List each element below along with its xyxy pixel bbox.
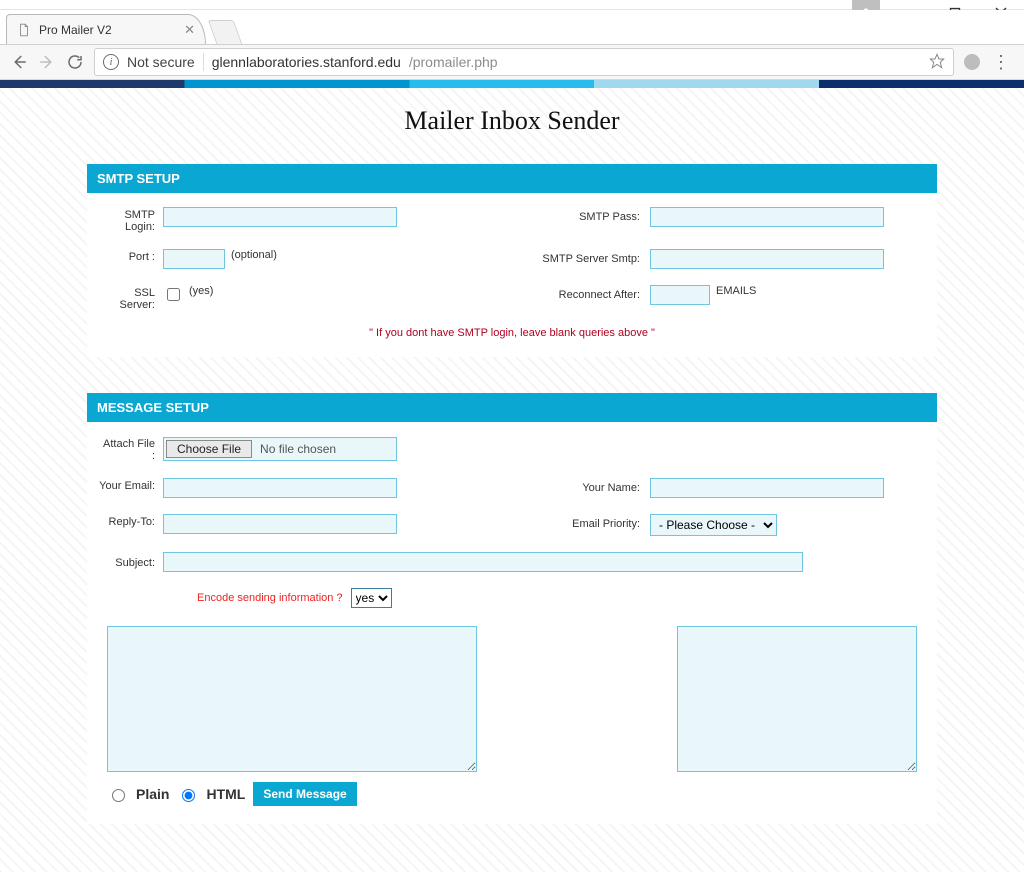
your-name-input[interactable] [650, 478, 884, 498]
your-name-label: Your Name: [512, 478, 650, 494]
browser-tab-active[interactable]: Pro Mailer V2 ✕ [6, 14, 206, 44]
window-titlebar [0, 0, 1024, 10]
smtp-server-input[interactable] [650, 249, 884, 269]
reconnect-after-input[interactable] [650, 285, 710, 305]
message-panel-header: MESSAGE SETUP [87, 393, 937, 422]
ssl-server-label: SSL Server: [97, 285, 163, 311]
ssl-server-checkbox[interactable] [167, 288, 180, 301]
smtp-pass-label: SMTP Pass: [512, 207, 650, 223]
encode-row: Encode sending information ? yes [197, 588, 927, 608]
site-info-icon[interactable]: i [103, 54, 119, 70]
message-body-textarea[interactable] [107, 626, 477, 772]
encode-question-label: Encode sending information ? [197, 592, 343, 604]
url-host: glennlaboratories.stanford.edu [212, 54, 401, 70]
format-plain-radio[interactable] [112, 789, 125, 802]
reply-to-input[interactable] [163, 514, 397, 534]
smtp-note: " If you dont have SMTP login, leave bla… [97, 327, 927, 339]
new-tab-button[interactable] [208, 20, 243, 44]
reconnect-after-label: Reconnect After: [512, 285, 650, 301]
message-panel: MESSAGE SETUP Attach File : Choose File … [87, 393, 937, 824]
arrow-left-icon [10, 53, 28, 71]
reload-icon [66, 53, 84, 71]
format-html-radio[interactable] [182, 789, 195, 802]
attach-file-widget[interactable]: Choose File No file chosen [163, 437, 397, 461]
smtp-port-hint: (optional) [225, 249, 277, 261]
star-icon [929, 53, 945, 69]
extension-icon[interactable] [964, 54, 980, 70]
tab-close-button[interactable]: ✕ [184, 22, 195, 38]
smtp-login-input[interactable] [163, 207, 397, 227]
reconnect-after-unit: EMAILS [710, 285, 756, 297]
smtp-server-label: SMTP Server Smtp: [512, 249, 650, 265]
smtp-port-label: Port : [97, 249, 163, 263]
smtp-pass-input[interactable] [650, 207, 884, 227]
choose-file-button[interactable]: Choose File [166, 440, 252, 458]
omnibox-divider [203, 53, 204, 71]
recipients-textarea[interactable] [677, 626, 917, 772]
nav-back-button[interactable] [10, 53, 28, 71]
address-bar[interactable]: i Not secure glennlaboratories.stanford.… [94, 48, 954, 76]
nav-forward-button[interactable] [38, 53, 56, 71]
smtp-port-input[interactable] [163, 249, 225, 269]
your-email-input[interactable] [163, 478, 397, 498]
smtp-panel: SMTP SETUP SMTP Login: SMTP Pass: Port :… [87, 164, 937, 357]
nav-reload-button[interactable] [66, 53, 84, 71]
email-priority-label: Email Priority: [512, 514, 650, 530]
arrow-right-icon [38, 53, 56, 71]
page-icon [17, 23, 31, 37]
subject-input[interactable] [163, 552, 803, 572]
security-label: Not secure [127, 54, 195, 70]
send-message-button[interactable]: Send Message [253, 782, 356, 806]
smtp-login-label: SMTP Login: [97, 207, 163, 233]
browser-tab-title: Pro Mailer V2 [39, 23, 176, 37]
your-email-label: Your Email: [97, 478, 163, 492]
bookmark-button[interactable] [929, 53, 945, 72]
format-html-label: HTML [206, 786, 245, 802]
format-plain-label: Plain [136, 786, 169, 802]
browser-toolbar: i Not secure glennlaboratories.stanford.… [0, 44, 1024, 80]
subject-label: Subject: [97, 555, 163, 569]
no-file-chosen-text: No file chosen [254, 438, 342, 460]
page-title: Mailer Inbox Sender [0, 106, 1024, 136]
page-viewport: Mailer Inbox Sender SMTP SETUP SMTP Logi… [0, 80, 1024, 872]
reply-to-label: Reply-To: [97, 514, 163, 528]
ssl-server-hint: (yes) [183, 285, 213, 297]
browser-tabstrip: Pro Mailer V2 ✕ [0, 10, 1024, 44]
top-color-band [0, 80, 1024, 88]
url-path: /promailer.php [409, 54, 498, 70]
attach-file-label: Attach File : [97, 436, 163, 462]
smtp-panel-header: SMTP SETUP [87, 164, 937, 193]
email-priority-select[interactable]: - Please Choose - [650, 514, 777, 536]
encode-select[interactable]: yes [351, 588, 392, 608]
browser-menu-button[interactable]: ⋮ [992, 53, 1010, 71]
